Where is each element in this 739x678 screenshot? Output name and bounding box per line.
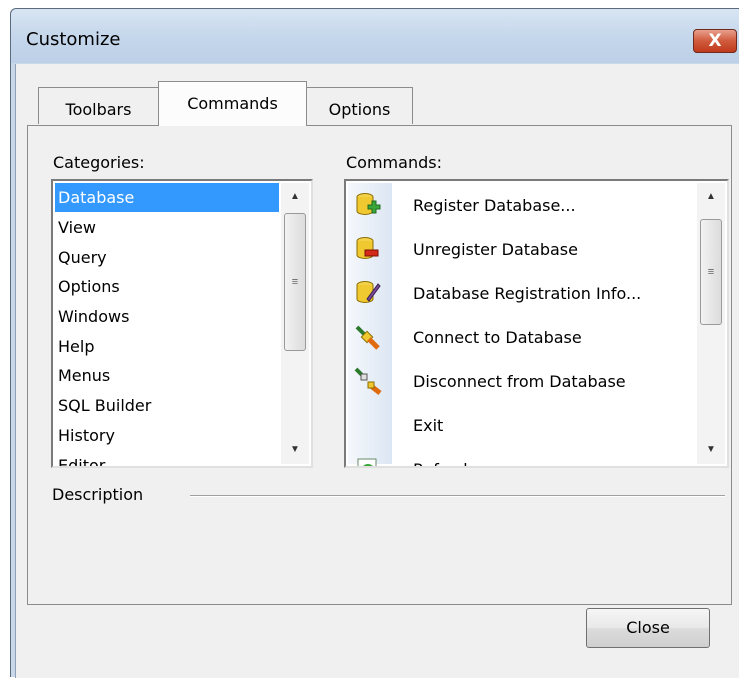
plug-connect-icon [355,325,380,350]
description-label: Description [52,485,144,504]
category-item[interactable]: History [55,421,279,450]
scroll-up-arrow-icon[interactable]: ▲ [697,185,725,209]
command-item[interactable]: Refresh [348,447,698,466]
command-label: Database Registration Info... [413,284,642,303]
scroll-down-arrow-icon[interactable]: ▼ [697,438,725,462]
category-item[interactable]: Query [55,243,279,272]
tab-toolbars[interactable]: Toolbars [38,87,159,124]
scroll-thumb[interactable]: ≡ [700,219,722,325]
command-item[interactable]: Connect to Database [348,315,698,359]
categories-listbox[interactable]: Database View Query Options Windows Help… [51,179,313,468]
tab-commands[interactable]: Commands [158,81,307,126]
command-item[interactable]: Disconnect from Database [348,359,698,403]
commands-tab-panel: Categories: Database View Query Options … [27,125,732,605]
window-close-button[interactable]: X [693,29,737,53]
category-item[interactable]: View [55,213,279,242]
customize-window: Customize X Toolbars Commands Options Ca… [10,8,739,678]
categories-label: Categories: [53,153,145,172]
scroll-down-arrow-icon[interactable]: ▼ [281,438,309,462]
command-label: Unregister Database [413,240,578,259]
database-remove-icon [356,237,379,259]
category-item[interactable]: Windows [55,302,279,331]
plug-disconnect-icon [354,367,382,395]
database-add-icon [356,193,381,215]
scroll-thumb[interactable]: ≡ [284,213,306,351]
close-icon: X [708,31,722,51]
category-item[interactable]: SQL Builder [55,391,279,420]
commands-scrollbar[interactable]: ▲ ≡ ▼ [697,183,725,464]
tab-options-label: Options [328,100,391,119]
description-divider [190,495,725,497]
window-title: Customize [26,29,121,50]
command-item[interactable]: Exit [348,403,698,447]
refresh-icon [357,458,377,466]
database-edit-icon [356,281,381,303]
command-label: Connect to Database [413,328,582,347]
command-label: Exit [413,416,444,435]
dialog-client-area: Toolbars Commands Options Categories: Da… [15,64,739,678]
category-item[interactable]: Options [55,272,279,301]
tab-options[interactable]: Options [306,87,413,124]
category-item[interactable]: Help [55,332,279,361]
categories-scrollbar[interactable]: ▲ ≡ ▼ [281,183,309,464]
command-item[interactable]: Unregister Database [348,227,698,271]
category-item[interactable]: Menus [55,361,279,390]
category-item[interactable]: Database [55,183,279,212]
commands-listbox[interactable]: Register Database... Unregister Database [344,179,729,468]
category-item[interactable]: Editor [55,451,279,466]
title-bar[interactable]: Customize X [11,9,739,63]
command-label: Disconnect from Database [413,372,626,391]
command-label: Refresh [413,460,473,466]
command-item[interactable]: Register Database... [348,183,698,227]
commands-label: Commands: [346,153,442,172]
tab-commands-label: Commands [187,94,278,113]
command-label: Register Database... [413,196,576,215]
scroll-up-arrow-icon[interactable]: ▲ [281,185,309,209]
tab-toolbars-label: Toolbars [65,100,132,119]
command-item[interactable]: Database Registration Info... [348,271,698,315]
close-button[interactable]: Close [586,608,710,648]
